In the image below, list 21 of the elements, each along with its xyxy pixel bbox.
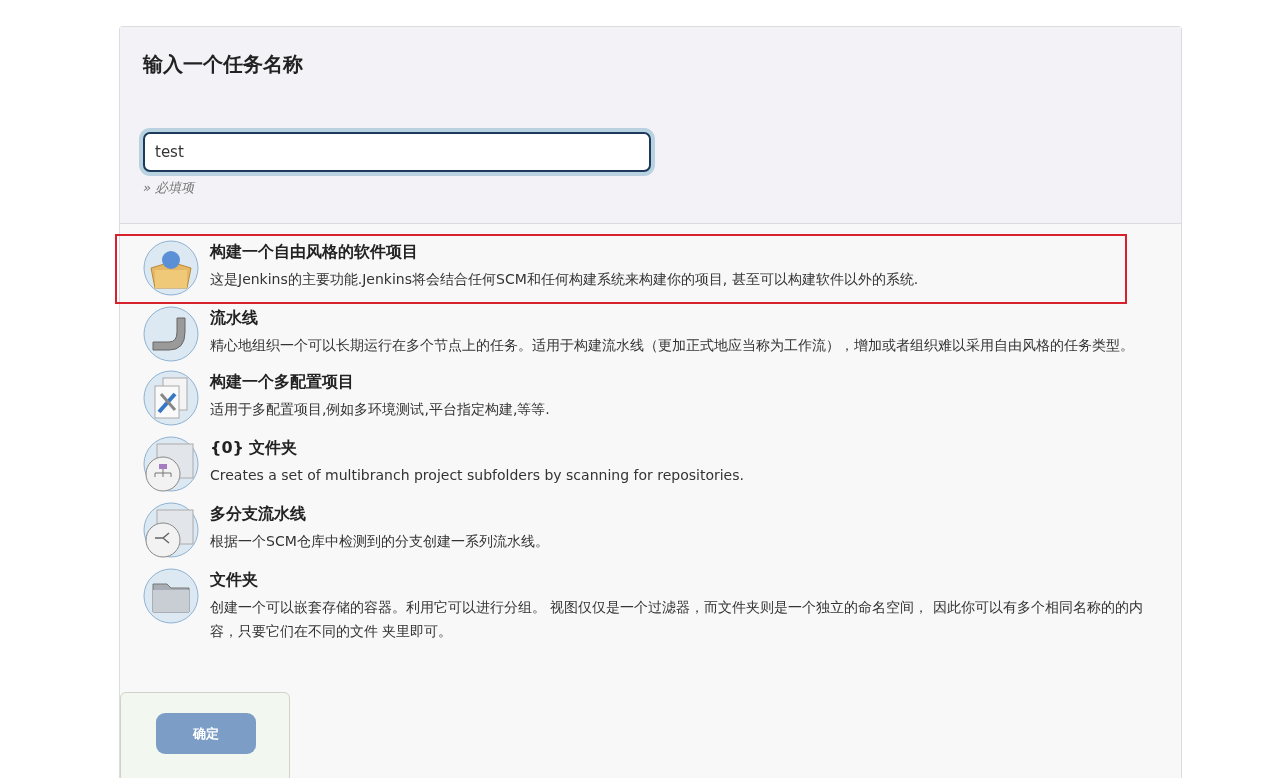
job-type-description: 适用于多配置项目,例如多环境测试,平台指定构建,等等. (210, 400, 551, 419)
job-type-title[interactable]: 流水线 (210, 308, 1160, 329)
folder-icon (143, 436, 199, 492)
job-type-description: Creates a set of multibranch project subfolders by scanning for repositories. (210, 466, 745, 485)
page-heading: 输入一个任务名称 (143, 51, 303, 78)
job-name-field[interactable]: test (143, 132, 651, 172)
job-type-title[interactable]: 多分支流水线 (210, 504, 1160, 525)
job-type-title[interactable]: {0} 文件夹 (210, 438, 1160, 459)
folder-icon (143, 568, 199, 624)
job-type-title[interactable]: 构建一个多配置项目 (210, 372, 1160, 393)
folder-icon (143, 502, 199, 558)
pipe-icon (143, 306, 199, 362)
tools-icon (143, 370, 199, 426)
job-type-title[interactable]: 构建一个自由风格的软件项目 (210, 242, 1160, 263)
required-hint: » 必填项 (143, 179, 195, 197)
job-type-description: 这是Jenkins的主要功能.Jenkins将会结合任何SCM和任何构建系统来构建你的项目, 甚至可以构建软件以外的系统. (210, 270, 920, 289)
job-type-title[interactable]: 文件夹 (210, 570, 1160, 591)
job-type-description: 根据一个SCM仓库中检测到的分支创建一系列流水线。 (210, 532, 550, 551)
job-type-description: 创建一个可以嵌套存储的容器。利用它可以进行分组。 视图仅仅是一个过滤器，而文件夹则是一个独立的命名空间， 因此你可以有多个相同名称的的内容，只要它们在不同的文件 夹里即可。 (210, 598, 1144, 641)
box-icon (143, 240, 199, 296)
job-type-description: 精心地组织一个可以长期运行在多个节点上的任务。适用于构建流水线（更加正式地应当称为工作流），增加或者组织难以采用自由风格的任务类型。 (210, 336, 1135, 355)
